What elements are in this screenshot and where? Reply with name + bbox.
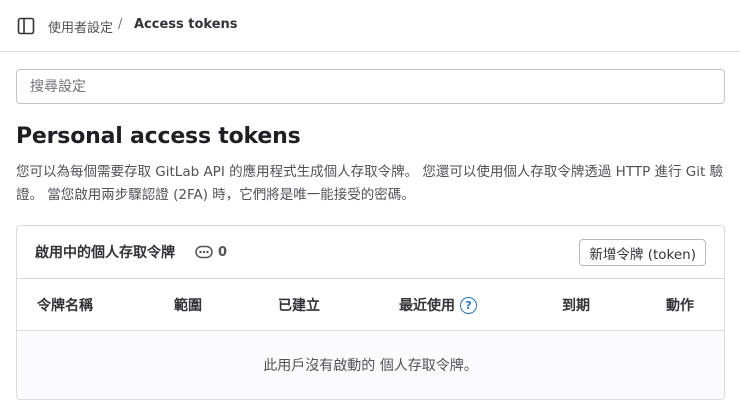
column-header-actions: 動作 (666, 298, 694, 314)
table-body: 此用戶沒有啟動的 個人存取令牌。 (17, 331, 724, 399)
active-tokens-card: 啟用中的個人存取令牌 0 新增令牌 (token) 令牌名稱 範圍 已建立 最近… (16, 225, 725, 400)
column-header-last-used: 最近使用 ? (399, 295, 477, 315)
breadcrumb-parent[interactable]: 使用者設定 (48, 17, 113, 36)
column-header-expires: 到期 (562, 298, 590, 314)
column-header-name: 令牌名稱 (37, 298, 93, 314)
token-count: 0 (218, 244, 228, 260)
page-title: Personal access tokens (16, 124, 301, 149)
table-header: 令牌名稱 範圍 已建立 最近使用 ? 到期 動作 (17, 279, 724, 331)
column-header-created: 已建立 (278, 298, 320, 314)
token-count-badge: 0 (195, 244, 227, 260)
page-description: 您可以為每個需要存取 GitLab API 的應用程式生成個人存取令牌。 您還可… (16, 164, 724, 203)
question-circle-icon[interactable]: ? (460, 296, 477, 314)
column-header-scopes: 範圍 (174, 298, 202, 314)
token-icon (195, 244, 213, 260)
top-bar: 使用者設定 / Access tokens (0, 0, 740, 52)
sidebar-toggle-icon[interactable] (16, 16, 36, 36)
search-settings-input[interactable] (16, 69, 725, 104)
card-header: 啟用中的個人存取令牌 0 新增令牌 (token) (17, 226, 724, 279)
column-header-last-used-label: 最近使用 (399, 298, 455, 314)
breadcrumb-current[interactable]: Access tokens (134, 17, 238, 32)
breadcrumb-separator: / (118, 17, 123, 32)
empty-state-message: 此用戶沒有啟動的 個人存取令牌。 (263, 358, 478, 374)
add-token-button[interactable]: 新增令牌 (token) (579, 239, 706, 266)
card-title: 啟用中的個人存取令牌 (35, 245, 175, 261)
